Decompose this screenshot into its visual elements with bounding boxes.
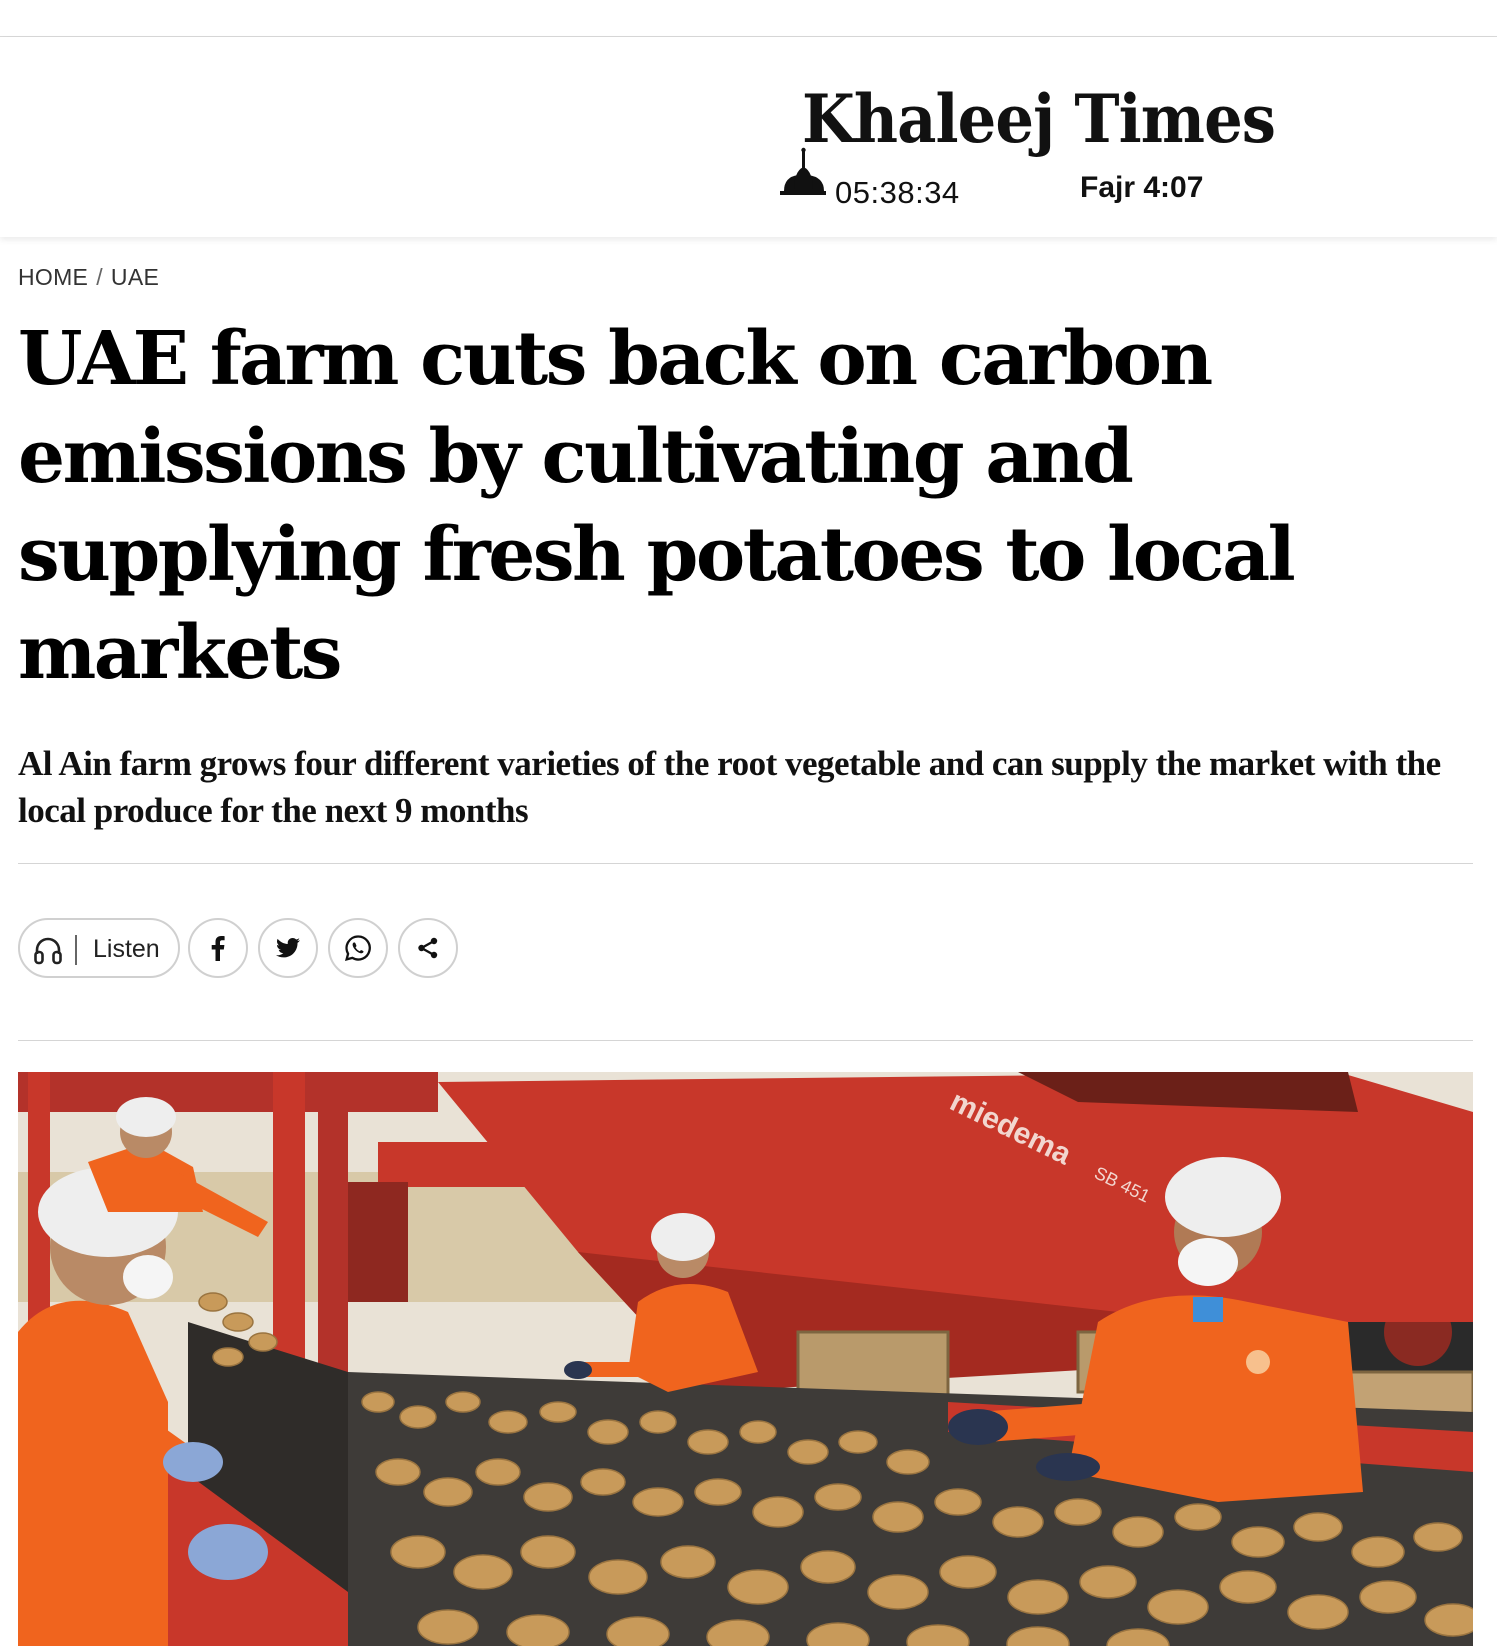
whatsapp-share-button[interactable] bbox=[328, 918, 388, 978]
breadcrumb: HOME / UAE bbox=[18, 264, 159, 291]
prayer-clock: 05:38:34 bbox=[835, 175, 960, 210]
breadcrumb-uae[interactable]: UAE bbox=[111, 264, 159, 290]
article-subhead: Al Ain farm grows four different varieti… bbox=[18, 744, 1441, 830]
listen-button[interactable]: Listen bbox=[18, 918, 180, 978]
facebook-icon bbox=[211, 936, 225, 961]
more-share-button[interactable] bbox=[398, 918, 458, 978]
twitter-share-button[interactable] bbox=[258, 918, 318, 978]
breadcrumb-home[interactable]: HOME bbox=[18, 264, 88, 290]
facebook-share-button[interactable] bbox=[188, 918, 248, 978]
share-icon bbox=[418, 937, 438, 959]
khaleej-times-logo[interactable]: Khaleej Times bbox=[782, 62, 1276, 172]
browser-top-strip bbox=[0, 0, 1497, 37]
mosque-icon bbox=[780, 147, 826, 195]
site-header: Khaleej Times 05:38:34 Fajr 4:07 bbox=[0, 37, 1497, 237]
listen-separator bbox=[75, 935, 77, 965]
headphones-icon bbox=[34, 937, 62, 965]
whatsapp-icon bbox=[344, 935, 371, 962]
twitter-icon bbox=[276, 938, 300, 958]
divider-bottom bbox=[18, 1040, 1473, 1041]
listen-label: Listen bbox=[93, 935, 160, 963]
logo-wordmark: Khaleej Times bbox=[802, 80, 1276, 158]
divider-top bbox=[18, 863, 1473, 864]
potato-sorting-photo: miedema SB 451 bbox=[18, 1072, 1473, 1646]
article-headline: UAE farm cuts back on carbon emissions b… bbox=[18, 316, 1296, 696]
article-hero-image[interactable]: miedema SB 451 bbox=[18, 1072, 1473, 1646]
breadcrumb-separator: / bbox=[96, 264, 103, 290]
prayer-time: Fajr 4:07 bbox=[1080, 171, 1204, 204]
